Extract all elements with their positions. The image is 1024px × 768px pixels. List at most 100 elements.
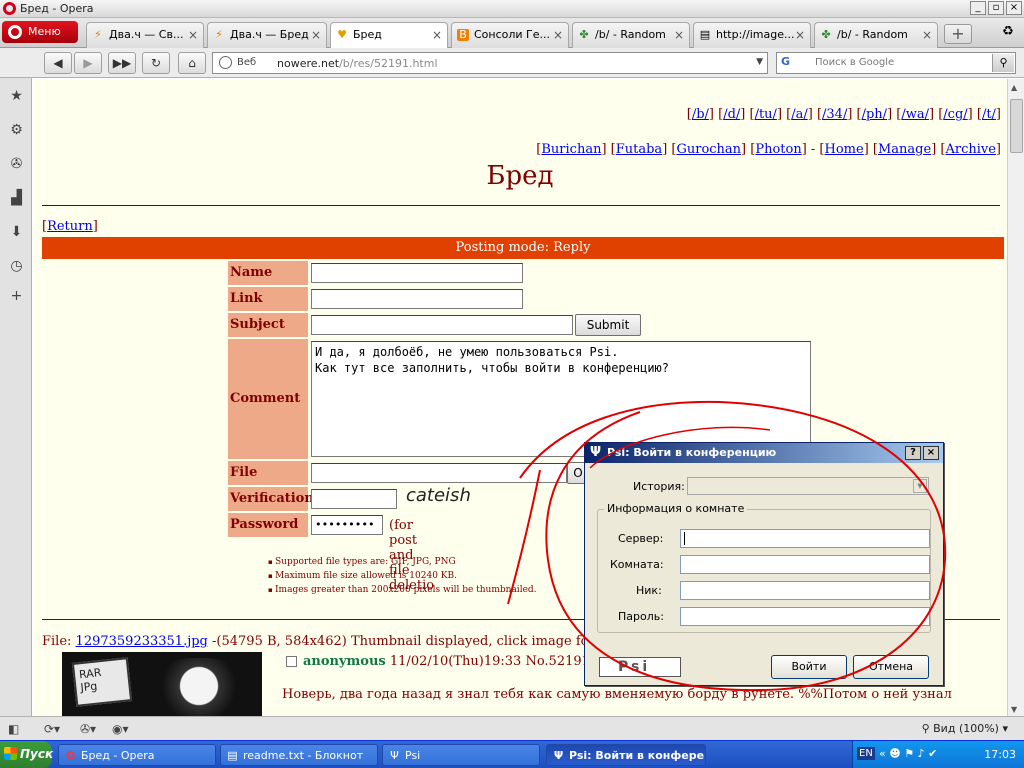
trash-icon[interactable]: ♻ <box>998 24 1018 44</box>
tab-close-icon[interactable]: × <box>311 28 321 42</box>
board-link-34[interactable]: /34/ <box>822 107 847 122</box>
tray-icons[interactable]: « ☻ ⚑ ♪ ✔ <box>879 747 937 760</box>
file-link[interactable]: 1297359233351.jpg <box>76 634 208 649</box>
taskbar-notepad[interactable]: ▤ readme.txt - Блокнот <box>220 744 378 766</box>
style-futaba[interactable]: Futaba <box>616 142 662 157</box>
server-input[interactable] <box>680 529 930 548</box>
tab-b-random-1[interactable]: ✤ /b/ - Random × <box>572 22 690 48</box>
forward-button[interactable]: ▶ <box>74 52 102 74</box>
tab-close-icon[interactable]: × <box>188 28 198 42</box>
back-button[interactable]: ◀ <box>44 52 72 74</box>
address-bar[interactable]: Веб nowere.net/b/res/52191.html ▼ <box>212 52 768 74</box>
tab-close-icon[interactable]: × <box>674 28 684 42</box>
style-navigation: [Burichan] [Futaba] [Gurochan] [Photon] … <box>536 142 1001 157</box>
tab-b-random-2[interactable]: ✤ /b/ - Random × <box>814 22 938 48</box>
scrollbar-thumb[interactable] <box>1010 99 1023 153</box>
zoom-level[interactable]: ⚲ Вид (100%) ▾ <box>922 722 1008 735</box>
submit-button[interactable]: Submit <box>575 314 641 336</box>
start-button[interactable]: Пуск <box>0 741 53 768</box>
fast-forward-icon: ▶▶ <box>112 56 132 70</box>
tab-image[interactable]: ▤ http://image... × <box>693 22 811 48</box>
comment-textarea[interactable]: И да, я долбоёб, не умею пользоваться Ps… <box>311 341 811 457</box>
tab-dvach-1[interactable]: ⚡ Два.ч — Св... × <box>86 22 204 48</box>
password-input[interactable]: ••••••••• <box>311 515 383 535</box>
verification-input[interactable] <box>311 489 397 509</box>
post-number[interactable]: No.52191 <box>525 654 589 669</box>
sync-icon[interactable]: ⟳▾ <box>44 721 60 737</box>
board-link-cg[interactable]: /cg/ <box>943 107 967 122</box>
post-checkbox[interactable] <box>286 656 297 667</box>
cancel-button[interactable]: Отмена <box>853 655 929 679</box>
address-url[interactable]: nowere.net/b/res/52191.html <box>277 57 438 70</box>
return-link[interactable]: Return <box>47 219 93 234</box>
search-icon[interactable]: ⚲ <box>992 54 1014 72</box>
board-link-tu[interactable]: /tu/ <box>755 107 777 122</box>
downloads-icon[interactable]: ⬇ <box>8 224 25 241</box>
language-indicator[interactable]: EN <box>857 747 875 760</box>
tab-blogger[interactable]: B Сонсоли Ге... × <box>451 22 569 48</box>
home-link[interactable]: Home <box>825 142 864 157</box>
taskbar-opera[interactable]: O Бред - Opera <box>58 744 216 766</box>
tab-close-icon[interactable]: × <box>432 28 442 42</box>
post-thumbnail[interactable]: RAR JPg <box>62 652 262 716</box>
board-link-a[interactable]: /a/ <box>791 107 808 122</box>
close-button[interactable]: × <box>1006 1 1022 15</box>
tab-close-icon[interactable]: × <box>922 28 932 42</box>
chevron-down-icon[interactable]: ▼ <box>756 57 763 67</box>
add-panel-icon[interactable]: + <box>8 288 25 305</box>
maximize-button[interactable]: ▫ <box>988 1 1004 15</box>
board-link-t[interactable]: /t/ <box>982 107 996 122</box>
room-input[interactable] <box>680 555 930 574</box>
scroll-down-icon[interactable]: ▼ <box>1011 705 1017 714</box>
unite-status-icon[interactable]: ✇▾ <box>80 721 96 737</box>
archive-link[interactable]: Archive <box>945 142 995 157</box>
manage-link[interactable]: Manage <box>878 142 931 157</box>
vertical-scrollbar[interactable]: ▲ ▼ <box>1007 79 1024 716</box>
history-icon[interactable]: ◷ <box>8 258 25 275</box>
taskbar-psi[interactable]: Ψ Psi <box>382 744 540 766</box>
clock[interactable]: 17:03 <box>984 748 1016 761</box>
bookmarks-icon[interactable]: ★ <box>8 88 25 105</box>
tab-bred-active[interactable]: ♥ Бред × <box>330 22 448 49</box>
join-button[interactable]: Войти <box>771 655 847 679</box>
history-combo[interactable]: ▼ <box>687 477 929 495</box>
search-field[interactable]: G Поиск в Google ⚲ <box>776 52 1016 74</box>
new-tab-button[interactable]: + <box>944 24 972 44</box>
panel-toggle-icon[interactable]: ◧ <box>8 721 19 737</box>
fast-forward-button[interactable]: ▶▶ <box>108 52 136 74</box>
board-link-ph[interactable]: /ph/ <box>862 107 887 122</box>
reload-button[interactable]: ↻ <box>142 52 170 74</box>
return-nav: [Return] <box>42 219 98 234</box>
tab-close-icon[interactable]: × <box>553 28 563 42</box>
home-button[interactable]: ⌂ <box>178 52 206 74</box>
dialog-password-input[interactable] <box>680 607 930 626</box>
web-badge[interactable]: Веб <box>217 55 265 71</box>
widgets-icon[interactable]: ⚙ <box>8 122 25 139</box>
link-input[interactable] <box>311 289 523 309</box>
comment-label: Comment <box>228 339 308 459</box>
file-input[interactable] <box>311 463 567 483</box>
scroll-up-icon[interactable]: ▲ <box>1011 83 1017 92</box>
chevron-down-icon[interactable]: ▼ <box>913 479 927 493</box>
unite-icon[interactable]: ✇ <box>8 156 25 173</box>
taskbar-psi-dialog[interactable]: Ψ Psi: Войти в конфере... <box>546 744 706 766</box>
nick-input[interactable] <box>680 581 930 600</box>
board-link-wa[interactable]: /wa/ <box>901 107 929 122</box>
notes-icon[interactable]: ▟ <box>8 190 25 207</box>
rule-item: Maximum file size allowed is 10240 KB. <box>268 569 537 583</box>
google-icon[interactable]: G <box>781 55 811 71</box>
dialog-close-button[interactable]: × <box>923 446 939 460</box>
style-burichan[interactable]: Burichan <box>541 142 601 157</box>
opera-menu-button[interactable]: Меню <box>2 21 78 43</box>
board-link-b[interactable]: /b/ <box>692 107 709 122</box>
turbo-icon[interactable]: ◉▾ <box>112 721 129 737</box>
board-link-d[interactable]: /d/ <box>723 107 740 122</box>
dialog-help-button[interactable]: ? <box>905 446 921 460</box>
name-input[interactable] <box>311 263 523 283</box>
tab-close-icon[interactable]: × <box>795 28 805 42</box>
minimize-button[interactable]: _ <box>970 1 986 15</box>
subject-input[interactable] <box>311 315 573 335</box>
style-photon[interactable]: Photon <box>755 142 801 157</box>
tab-dvach-2[interactable]: ⚡ Два.ч — Бред × <box>207 22 327 48</box>
style-gurochan[interactable]: Gurochan <box>676 142 741 157</box>
